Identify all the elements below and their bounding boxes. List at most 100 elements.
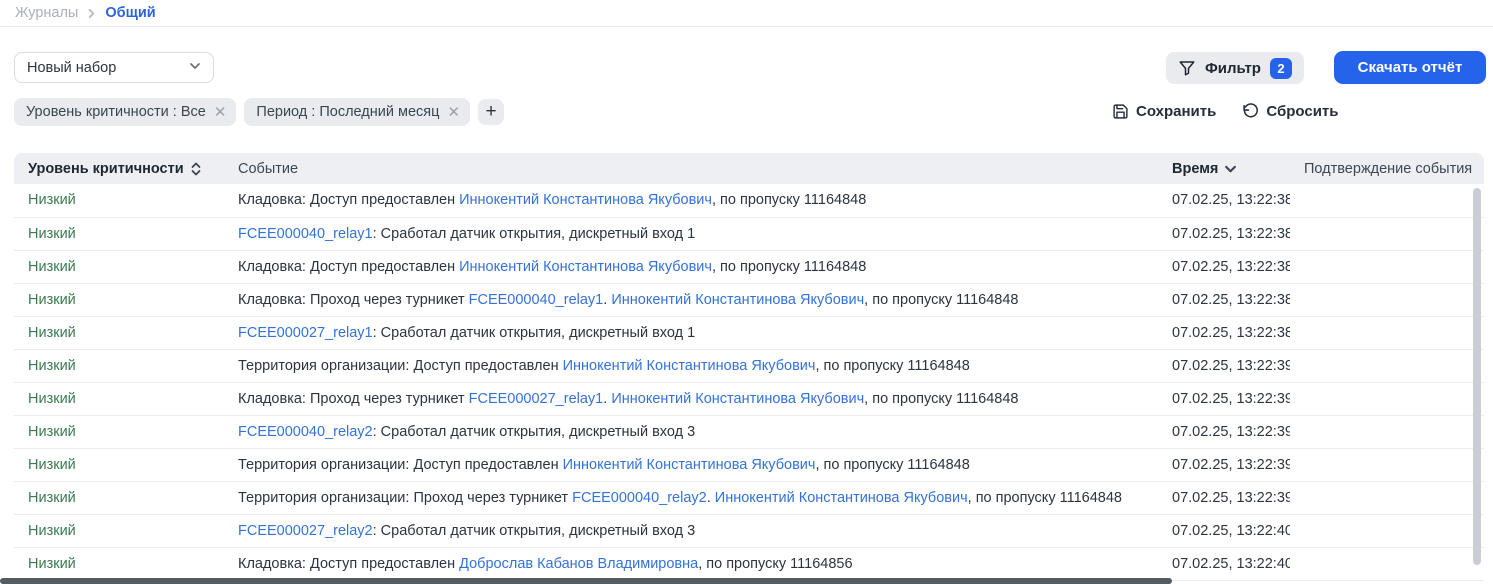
table-row[interactable]: НизкийТерритория организации: Доступ пре… xyxy=(14,448,1484,481)
event-text: , по пропуску 11164848 xyxy=(968,490,1122,506)
confirmation-cell xyxy=(1290,481,1484,514)
reset-button[interactable]: Сбросить xyxy=(1242,103,1338,120)
table-header-row: Уровень критичности Событие Время xyxy=(14,153,1484,184)
time-cell: 07.02.25, 13:22:38 xyxy=(1158,283,1290,316)
preset-select[interactable]: Новый набор xyxy=(14,52,214,83)
table-row[interactable]: НизкийТерритория организации: Проход чер… xyxy=(14,481,1484,514)
severity-cell: Низкий xyxy=(14,283,230,316)
confirmation-cell xyxy=(1290,349,1484,382)
event-cell: FCEE000027_relay2: Сработал датчик откры… xyxy=(230,514,1158,547)
vertical-scrollbar-thumb[interactable] xyxy=(1473,188,1481,565)
column-header-time[interactable]: Время xyxy=(1158,153,1290,184)
event-link[interactable]: Иннокентий Константинова Якубович xyxy=(459,192,712,208)
event-link[interactable]: Иннокентий Константинова Якубович xyxy=(715,490,968,506)
column-header-severity[interactable]: Уровень критичности xyxy=(14,153,230,184)
chip-period-label: Период : Последний месяц xyxy=(256,104,439,120)
severity-cell: Низкий xyxy=(14,448,230,481)
filter-chips: Уровень критичности : Все ✕ Период : Пос… xyxy=(14,98,504,126)
chip-severity[interactable]: Уровень критичности : Все ✕ xyxy=(14,98,236,126)
severity-cell: Низкий xyxy=(14,184,230,217)
confirmation-cell xyxy=(1290,382,1484,415)
column-header-time-label: Время xyxy=(1172,161,1218,177)
event-text: : Сработал датчик открытия, дискретный в… xyxy=(373,424,696,440)
event-link[interactable]: Иннокентий Константинова Якубович xyxy=(459,259,712,275)
confirmation-cell xyxy=(1290,184,1484,217)
event-link[interactable]: Иннокентий Константинова Якубович xyxy=(611,292,864,308)
event-cell: Кладовка: Доступ предоставлен Иннокентий… xyxy=(230,250,1158,283)
event-link[interactable]: Иннокентий Константинова Якубович xyxy=(563,358,816,374)
severity-cell: Низкий xyxy=(14,316,230,349)
funnel-icon xyxy=(1178,59,1196,77)
event-text: Кладовка: Доступ предоставлен xyxy=(238,556,459,572)
save-button-label: Сохранить xyxy=(1136,103,1216,120)
table-row[interactable]: НизкийКладовка: Доступ предоставлен Инно… xyxy=(14,184,1484,217)
column-header-event[interactable]: Событие xyxy=(230,153,1158,184)
chip-period[interactable]: Период : Последний месяц ✕ xyxy=(244,98,470,126)
event-link[interactable]: FCEE000040_relay2 xyxy=(572,490,707,506)
save-button[interactable]: Сохранить xyxy=(1112,103,1216,120)
reset-button-label: Сбросить xyxy=(1266,103,1338,120)
event-cell: FCEE000040_relay1: Сработал датчик откры… xyxy=(230,217,1158,250)
event-link[interactable]: FCEE000040_relay1 xyxy=(469,292,604,308)
event-link[interactable]: FCEE000027_relay2 xyxy=(238,523,373,539)
table-row[interactable]: НизкийКладовка: Проход через турникет FC… xyxy=(14,382,1484,415)
event-link[interactable]: Иннокентий Константинова Якубович xyxy=(563,457,816,473)
severity-cell: Низкий xyxy=(14,217,230,250)
filter-button[interactable]: Фильтр 2 xyxy=(1166,52,1304,84)
filter-set-actions: Сохранить Сбросить xyxy=(1112,103,1339,120)
close-icon[interactable]: ✕ xyxy=(214,105,227,120)
confirmation-cell xyxy=(1290,547,1484,580)
filter-button-label: Фильтр xyxy=(1205,60,1261,77)
table-row[interactable]: НизкийКладовка: Проход через турникет FC… xyxy=(14,283,1484,316)
event-text: . xyxy=(707,490,715,506)
chevron-down-icon xyxy=(189,60,201,76)
event-cell: Территория организации: Доступ предостав… xyxy=(230,448,1158,481)
chevron-right-icon xyxy=(86,8,97,19)
event-text: , по пропуску 11164856 xyxy=(698,556,852,572)
event-link[interactable]: FCEE000027_relay1 xyxy=(238,325,373,341)
event-text: , по пропуску 11164848 xyxy=(712,192,866,208)
confirmation-cell xyxy=(1290,448,1484,481)
time-cell: 07.02.25, 13:22:40 xyxy=(1158,547,1290,580)
breadcrumb-current[interactable]: Общий xyxy=(105,5,155,21)
preset-select-value: Новый набор xyxy=(27,60,116,76)
event-link[interactable]: Иннокентий Константинова Якубович xyxy=(611,391,864,407)
column-header-severity-label: Уровень критичности xyxy=(28,161,184,177)
column-header-confirmation[interactable]: Подтверждение события xyxy=(1290,153,1484,184)
add-filter-button[interactable]: + xyxy=(478,99,504,125)
chip-severity-label: Уровень критичности : Все xyxy=(26,104,206,120)
download-report-button[interactable]: Скачать отчёт xyxy=(1334,51,1486,84)
event-link[interactable]: FCEE000040_relay2 xyxy=(238,424,373,440)
severity-cell: Низкий xyxy=(14,481,230,514)
column-header-confirmation-label: Подтверждение события xyxy=(1304,161,1472,177)
event-cell: FCEE000027_relay1: Сработал датчик откры… xyxy=(230,316,1158,349)
sort-both-icon xyxy=(190,162,202,176)
horizontal-scrollbar-thumb[interactable] xyxy=(0,578,1172,584)
event-link[interactable]: FCEE000027_relay1 xyxy=(469,391,604,407)
table-row[interactable]: НизкийFCEE000040_relay1: Сработал датчик… xyxy=(14,217,1484,250)
events-table: Уровень критичности Событие Время xyxy=(14,153,1484,581)
event-link[interactable]: Доброслав Кабанов Владимировна xyxy=(459,556,698,572)
breadcrumb-journals[interactable]: Журналы xyxy=(15,5,78,21)
confirmation-cell xyxy=(1290,514,1484,547)
table-row[interactable]: НизкийКладовка: Доступ предоставлен Добр… xyxy=(14,547,1484,580)
column-header-event-label: Событие xyxy=(238,161,298,177)
time-cell: 07.02.25, 13:22:38 xyxy=(1158,184,1290,217)
table-row[interactable]: НизкийКладовка: Доступ предоставлен Инно… xyxy=(14,250,1484,283)
event-cell: Кладовка: Доступ предоставлен Иннокентий… xyxy=(230,184,1158,217)
confirmation-cell xyxy=(1290,415,1484,448)
event-text: Кладовка: Проход через турникет xyxy=(238,391,469,407)
event-cell: Кладовка: Проход через турникет FCEE0000… xyxy=(230,382,1158,415)
table-row[interactable]: НизкийFCEE000027_relay1: Сработал датчик… xyxy=(14,316,1484,349)
table-row[interactable]: НизкийFCEE000040_relay2: Сработал датчик… xyxy=(14,415,1484,448)
table-row[interactable]: НизкийFCEE000027_relay2: Сработал датчик… xyxy=(14,514,1484,547)
sort-desc-icon xyxy=(1224,162,1237,175)
event-text: Кладовка: Доступ предоставлен xyxy=(238,259,459,275)
time-cell: 07.02.25, 13:22:38 xyxy=(1158,250,1290,283)
close-icon[interactable]: ✕ xyxy=(447,105,460,120)
event-link[interactable]: FCEE000040_relay1 xyxy=(238,226,373,242)
event-cell: Кладовка: Доступ предоставлен Доброслав … xyxy=(230,547,1158,580)
time-cell: 07.02.25, 13:22:38 xyxy=(1158,217,1290,250)
table-row[interactable]: НизкийТерритория организации: Доступ пре… xyxy=(14,349,1484,382)
event-text: , по пропуску 11164848 xyxy=(815,457,969,473)
